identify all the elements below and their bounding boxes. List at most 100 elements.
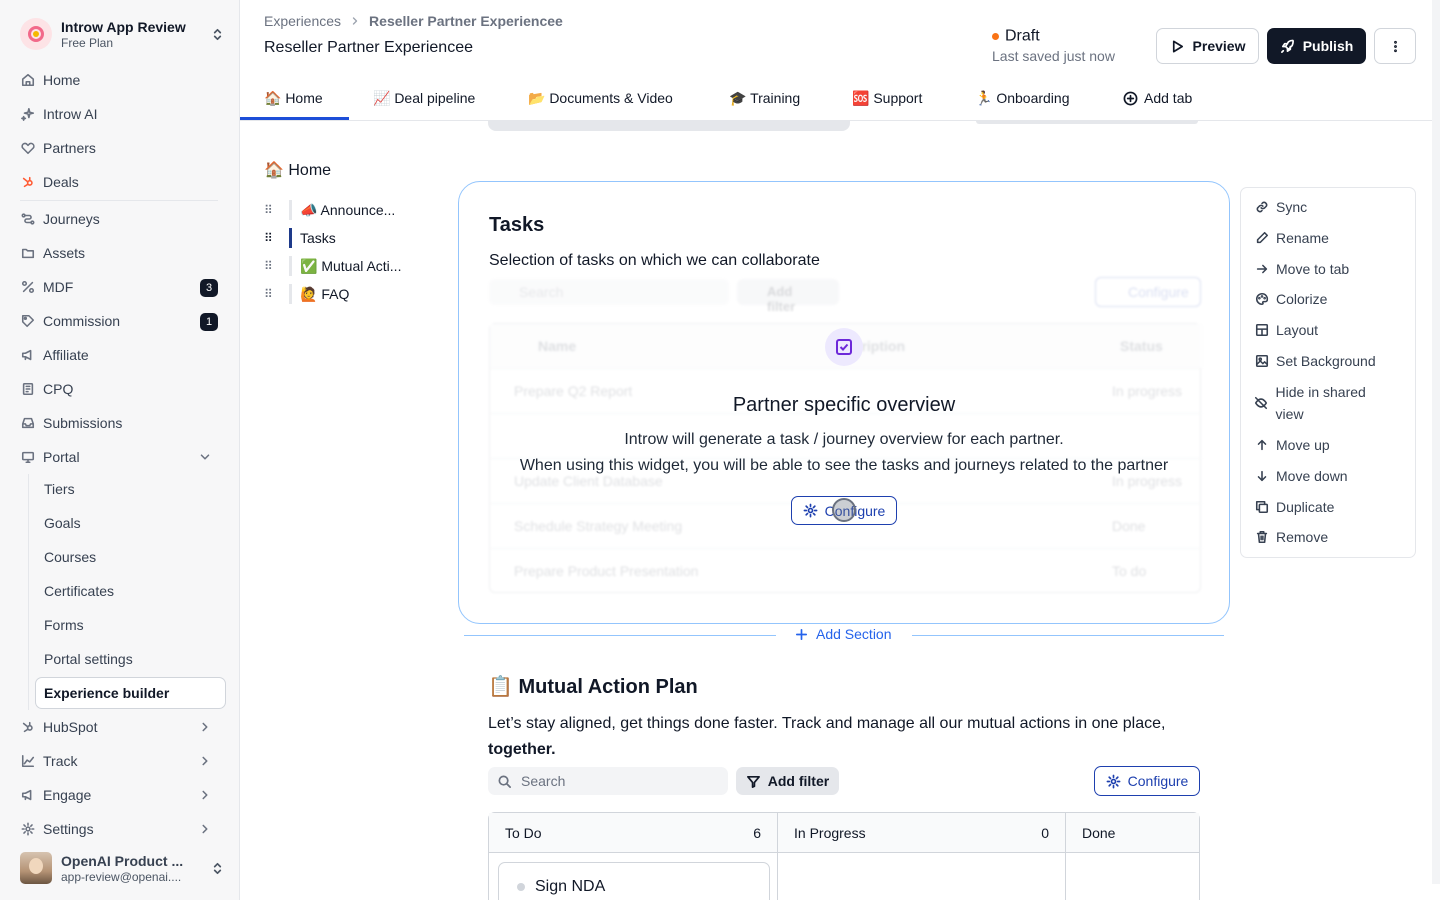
search-input[interactable]: Search [488,767,728,795]
gear-icon [1106,774,1121,789]
tab-deal-pipeline[interactable]: 📈 Deal pipeline [373,86,475,110]
outline-item[interactable]: ⠿ 🙋 FAQ [264,282,349,306]
chevron-right-icon [197,754,213,768]
sidebar: Introw App Review Free Plan Home Introw … [0,0,240,900]
add-filter-button[interactable]: Add filter [736,767,839,795]
workspace-name: Introw App Review [61,18,186,35]
publish-label: Publish [1302,38,1354,54]
more-options-button[interactable] [1374,28,1416,64]
add-tab-label: Add tab [1144,90,1193,106]
outline-item[interactable]: ⠿ 📣 Announce... [264,198,395,222]
sidebar-item-track[interactable]: Track [20,748,225,774]
menu-item-layout[interactable]: Layout [1254,319,1318,341]
sparkles-icon [20,107,36,121]
menu-item-sync[interactable]: Sync [1254,196,1307,218]
column-count: 6 [753,825,761,841]
sidebar-item-label: Journeys [43,211,100,227]
add-tab-button[interactable]: Add tab [1123,86,1192,110]
drag-handle-icon[interactable]: ⠿ [264,288,278,300]
outline-item[interactable]: ⠿ ✅ Mutual Acti... [264,254,401,278]
sidebar-item-affiliate[interactable]: Affiliate [20,342,225,368]
sidebar-item-assets[interactable]: Assets [20,240,225,266]
sidebar-item-settings[interactable]: Settings [20,816,225,842]
sidebar-item-partners[interactable]: Partners [20,135,225,161]
drag-handle-icon[interactable]: ⠿ [264,204,278,216]
hubspot-icon [20,175,36,189]
sidebar-item-deals[interactable]: Deals [20,169,225,195]
card-title: Sign NDA [535,878,606,895]
drag-handle-icon[interactable]: ⠿ [264,232,278,244]
menu-label: Set Background [1276,353,1376,369]
arrow-down-icon [1254,465,1269,487]
menu-item-rename[interactable]: Rename [1254,227,1329,249]
sidebar-item-portal[interactable]: Portal [20,444,225,470]
sidebar-item-label: MDF [43,279,74,295]
menu-item-move-up[interactable]: Move up [1254,434,1330,456]
sidebar-subitem-certificates[interactable]: Certificates [44,579,114,603]
ghost-cell: Prepare Product Presentation [514,563,699,579]
sidebar-subitem-goals[interactable]: Goals [44,511,81,535]
tab-onboarding[interactable]: 🏃 Onboarding [975,86,1070,110]
menu-item-move-to-tab[interactable]: Move to tab [1254,258,1349,280]
menu-item-move-down[interactable]: Move down [1254,465,1348,487]
tab-home[interactable]: 🏠 Home [264,86,323,110]
menu-label: Hide in shared view [1275,384,1366,422]
chevron-down-icon [197,450,213,464]
preview-button[interactable]: Preview [1156,28,1259,64]
sidebar-subitem-courses[interactable]: Courses [44,545,96,569]
sidebar-item-submissions[interactable]: Submissions [20,410,225,436]
sidebar-item-engage[interactable]: Engage [20,782,225,808]
sidebar-item-commission[interactable]: Commission 1 [20,308,225,334]
partners-icon [20,141,36,155]
plus-icon [794,627,809,642]
tab-support[interactable]: 🆘 Support [852,86,922,110]
menu-item-duplicate[interactable]: Duplicate [1254,496,1334,518]
folder-icon [20,246,36,260]
menu-label: Remove [1276,529,1329,545]
sidebar-item-journeys[interactable]: Journeys [20,206,225,232]
kanban-board: To Do 6 Sign NDA In Progress 0 Done [488,812,1200,900]
user-menu[interactable]: OpenAI Product ... app-review@openai.... [20,851,225,885]
ghost-cell: In progress [1112,473,1183,489]
plus-circle-icon [1123,91,1138,106]
menu-item-hide-in-shared-view[interactable]: Hide in shared view [1254,381,1394,425]
sidebar-item-mdf[interactable]: MDF 3 [20,274,225,300]
tab-training[interactable]: 🎓 Training [729,86,800,110]
add-section-button[interactable]: Add Section [794,626,892,642]
tab-documents-video[interactable]: 📂 Documents & Video [528,86,673,110]
drag-handle-icon[interactable]: ⠿ [264,260,278,272]
mdf-count-badge: 3 [200,279,218,297]
sidebar-subitem-forms[interactable]: Forms [44,613,84,637]
scrollbar[interactable] [1432,0,1440,884]
kanban-column: In Progress 0 [778,813,1066,900]
sidebar-subitem-tiers[interactable]: Tiers [44,477,75,501]
workspace-switcher[interactable]: Introw App Review Free Plan [20,14,225,54]
arrow-right-icon [1254,258,1269,280]
inbox-icon [20,416,36,430]
outline-item-label: Tasks [300,230,336,246]
pencil-icon [1254,227,1269,249]
sidebar-item-hubspot[interactable]: HubSpot [20,714,225,740]
sidebar-item-label: CPQ [43,381,74,397]
column-title: In Progress [794,825,866,841]
outline-item[interactable]: ⠿ Tasks [264,226,336,250]
sidebar-item-introw-ai[interactable]: Introw AI [20,101,225,127]
eye-off-icon [1254,392,1269,414]
menu-item-set-background[interactable]: Set Background [1254,350,1376,372]
menu-item-remove[interactable]: Remove [1254,526,1328,548]
last-saved-text: Last saved just now [992,48,1115,65]
kanban-card[interactable]: Sign NDA [498,862,770,900]
column-title: Done [1082,825,1116,841]
tasks-section[interactable]: Tasks Selection of tasks on which we can… [458,181,1230,624]
ghost-cell: Schedule Strategy Meeting [514,518,683,534]
sidebar-item-home[interactable]: Home [20,67,225,93]
add-section-row[interactable]: Add Section [464,624,1224,646]
menu-item-colorize[interactable]: Colorize [1254,288,1327,310]
sidebar-subitem-experience-builder[interactable]: Experience builder [35,677,226,709]
sidebar-subitem-portal-settings[interactable]: Portal settings [44,647,133,671]
user-email: app-review@openai.... [61,869,182,884]
publish-button[interactable]: Publish [1267,28,1366,64]
configure-button[interactable]: Configure [1094,766,1200,796]
breadcrumb-root[interactable]: Experiences [264,13,341,29]
sidebar-item-cpq[interactable]: CPQ [20,376,225,402]
